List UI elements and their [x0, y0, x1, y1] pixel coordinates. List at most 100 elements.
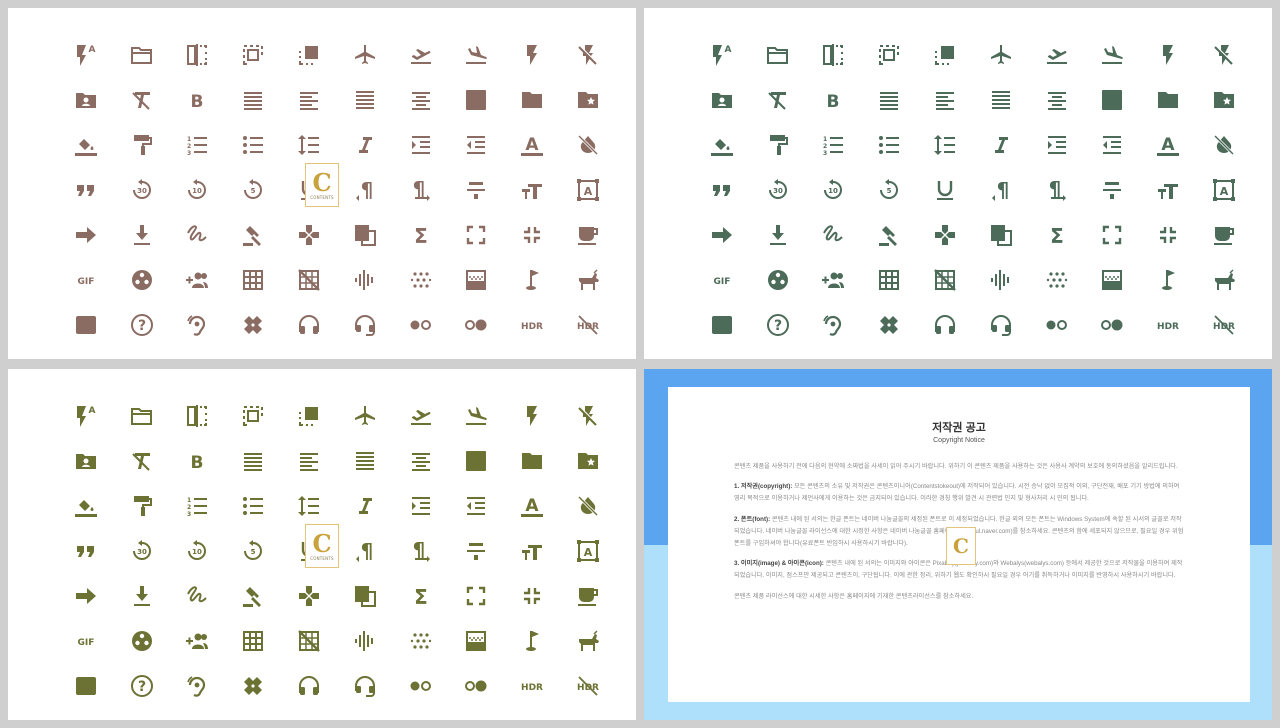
- section-heading: 2. 폰트(font):: [734, 515, 771, 523]
- svg-text:30: 30: [137, 187, 147, 195]
- dashed-square-icon: [281, 32, 337, 77]
- italic-icon: [973, 122, 1029, 167]
- group-add-icon: [170, 618, 226, 663]
- svg-text:HD: HD: [715, 321, 729, 330]
- paint-roller-icon: [750, 122, 806, 167]
- indent-decrease-icon: [449, 122, 505, 167]
- notice-subtitle: Copyright Notice: [933, 437, 985, 444]
- fill-color-icon: [58, 483, 114, 528]
- indent-increase-icon: [393, 122, 449, 167]
- hd-icon: HD: [694, 302, 750, 347]
- flash-off-icon: [1196, 32, 1252, 77]
- svg-text:HD: HD: [79, 321, 93, 330]
- select-all-icon: [225, 32, 281, 77]
- text-box-icon: A: [449, 77, 505, 122]
- hearing-icon: [170, 663, 226, 708]
- text-select-icon: A: [560, 528, 616, 573]
- fullscreen-exit-icon: [504, 212, 560, 257]
- svg-text:HDR: HDR: [521, 322, 543, 332]
- italic-icon: [337, 122, 393, 167]
- film-reel-icon: [114, 257, 170, 302]
- flash-on-icon: [1140, 32, 1196, 77]
- fullscreen-icon: [449, 212, 505, 257]
- bold-icon: B: [170, 77, 226, 122]
- svg-text:A: A: [724, 45, 731, 55]
- translate-icon: G: [337, 573, 393, 618]
- graphic-eq-icon: [337, 257, 393, 302]
- numbered-list-icon: 123: [806, 122, 862, 167]
- text-fields-icon: [504, 167, 560, 212]
- justify-icon: [973, 77, 1029, 122]
- line-spacing-icon: [281, 122, 337, 167]
- replay-10-icon: 10: [170, 528, 226, 573]
- section-heading: 1. 저작권(copyright):: [734, 483, 793, 491]
- translate-icon: G: [337, 212, 393, 257]
- justify-icon: [337, 77, 393, 122]
- copyright-notice-slide: 저작권 공고 Copyright Notice 콘텐츠 제품을 사용하기 전에 …: [644, 369, 1272, 720]
- folder-open-icon: [114, 32, 170, 77]
- align-right-icon: [861, 77, 917, 122]
- fullscreen-exit-icon: [1140, 212, 1196, 257]
- svg-text:Σ: Σ: [414, 224, 428, 247]
- notice-outro: 콘텐츠 제품 라이선스에 대한 시세한 사항은 홈페이지에 기재한 콘텐츠라이선…: [734, 592, 974, 600]
- svg-text:GIF: GIF: [713, 277, 730, 287]
- gavel-icon: [225, 573, 281, 618]
- flash-auto-icon: A: [58, 393, 114, 438]
- flash-auto-icon: A: [694, 32, 750, 77]
- icon-sheet-green: A B A 1 2 3 A 30 10 5 ¶ ¶ A G Σ GIF HD? HDR HDR: [644, 8, 1272, 359]
- svg-text:A: A: [526, 496, 540, 516]
- svg-text:3: 3: [187, 150, 191, 157]
- italic-icon: [337, 483, 393, 528]
- text-color-icon: A: [504, 483, 560, 528]
- gamepad-icon: [281, 212, 337, 257]
- headset-mic-icon: [337, 302, 393, 347]
- text-box-icon: A: [1085, 77, 1141, 122]
- text-color-icon: A: [504, 122, 560, 167]
- text-box-icon: A: [449, 438, 505, 483]
- toggle-dots-right-icon: [449, 302, 505, 347]
- pilcrow-rtl-icon: ¶: [337, 528, 393, 573]
- group-add-icon: [170, 257, 226, 302]
- contact-folder-icon: [58, 438, 114, 483]
- svg-text:HDR: HDR: [1157, 322, 1179, 332]
- grid-on-icon: [225, 257, 281, 302]
- fullscreen-exit-icon: [504, 573, 560, 618]
- arrow-forward-icon: [58, 212, 114, 257]
- download-icon: [114, 212, 170, 257]
- grid-off-icon: [281, 618, 337, 663]
- pilcrow-ltr-icon: ¶: [393, 528, 449, 573]
- svg-text:GIF: GIF: [77, 638, 94, 648]
- gesture-icon: [806, 212, 862, 257]
- svg-text:GIF: GIF: [77, 277, 94, 287]
- gif-icon: GIF: [58, 618, 114, 663]
- align-left-icon: [281, 77, 337, 122]
- arrow-forward-icon: [694, 212, 750, 257]
- svg-text:3: 3: [187, 511, 191, 518]
- hearing-icon: [806, 302, 862, 347]
- grid-on-icon: [225, 618, 281, 663]
- replay-30-icon: 30: [114, 528, 170, 573]
- line-spacing-icon: [917, 122, 973, 167]
- coffee-cup-icon: [1196, 212, 1252, 257]
- healing-icon: [225, 663, 281, 708]
- replay-10-icon: 10: [170, 167, 226, 212]
- help-icon: ?: [114, 663, 170, 708]
- pilcrow-rtl-icon: ¶: [973, 167, 1029, 212]
- flight-land-icon: [449, 32, 505, 77]
- toggle-dots-right-icon: [1085, 302, 1141, 347]
- svg-text:10: 10: [193, 548, 203, 556]
- icon-grid: A B A 1 2 3 A 30 10 5 ¶ ¶ A G Σ GIF HD? HDR HDR: [694, 32, 1252, 347]
- folder-icon: [504, 77, 560, 122]
- download-icon: [114, 573, 170, 618]
- svg-text:G: G: [357, 228, 366, 241]
- dots-grid-icon: [393, 257, 449, 302]
- svg-text:A: A: [584, 546, 593, 559]
- bold-icon: B: [170, 438, 226, 483]
- dashed-square-icon: [281, 393, 337, 438]
- svg-text:A: A: [470, 92, 483, 111]
- hearing-icon: [170, 302, 226, 347]
- svg-text:¶: ¶: [361, 178, 374, 202]
- flash-off-icon: [560, 393, 616, 438]
- svg-text:HDR: HDR: [521, 683, 543, 693]
- bulleted-list-icon: [861, 122, 917, 167]
